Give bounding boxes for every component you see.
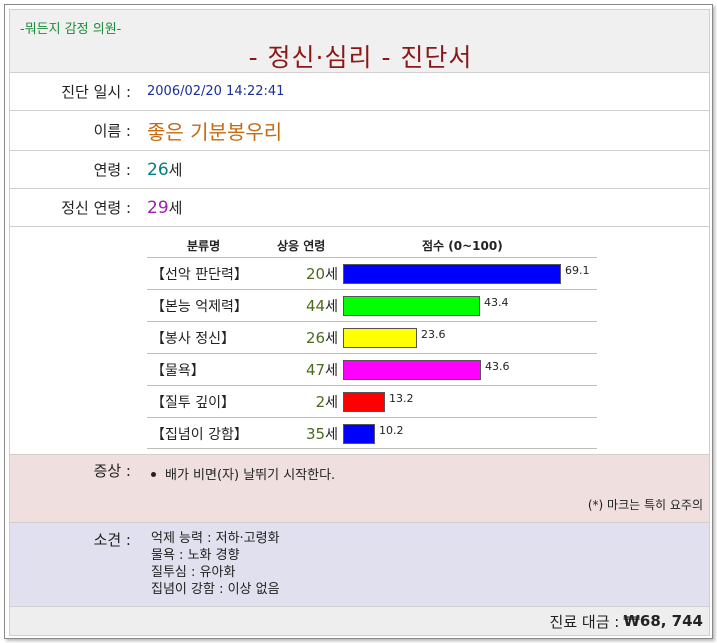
table-header: 분류명 상응 연령 점수 (0~100) [147, 233, 597, 257]
fee-text: 진료 대금 : ₩68, 744 [550, 607, 703, 635]
name-row: 이름 : 좋은 기분봉우리 [9, 111, 710, 151]
corresponding-age-number: 2 [315, 393, 326, 411]
header-category: 분류명 [187, 239, 221, 253]
corresponding-age-cell: 47세 [272, 360, 338, 380]
corresponding-age-number: 35 [306, 425, 326, 443]
score-value: 10.2 [379, 424, 404, 437]
age-label: 연령 : [93, 161, 131, 179]
category-cell: 【질투 깊이】 [151, 395, 235, 411]
symptom-text: 배가 비면(자) 날뛰기 시작한다. [165, 468, 336, 483]
table-row: 【선악 판단력】 20세 69.1 [147, 257, 597, 289]
score-bar [343, 264, 561, 284]
table-row: 【봉사 정신】 26세 23.6 [147, 321, 597, 353]
table-row: 【본능 억제력】 44세 43.4 [147, 289, 597, 321]
opinion-label: 소견 : [93, 530, 131, 549]
diagnosis-date-label: 진단 일시 : [61, 83, 131, 101]
symptom-item: 배가 비면(자) 날뛰기 시작한다. [151, 464, 335, 483]
corresponding-age-number: 26 [306, 329, 326, 347]
opinion-line: 억제 능력 : 저하·고령화 [151, 531, 280, 546]
category-cell: 【본능 억제력】 [151, 299, 248, 315]
opinion-line: 물욕 : 노화 경향 [151, 548, 240, 563]
fee-amount: ₩68, 744 [623, 612, 703, 630]
mental-age-value: 29 세 [147, 189, 182, 226]
table-row: 【물욕】 47세 43.6 [147, 353, 597, 385]
corresponding-age-suffix: 세 [325, 427, 338, 443]
symptoms-row: 증상 : 배가 비면(자) 날뛰기 시작한다. (*) 마크는 특히 요주의 [9, 455, 710, 523]
diagnosis-window: -뭐든지 감정 의원- - 정신·심리 - 진단서 진단 일시 : 2006/0… [4, 4, 713, 639]
table-row: 【집념이 강함】 35세 10.2 [147, 417, 597, 449]
mental-age-suffix: 세 [168, 199, 183, 217]
corresponding-age-number: 47 [306, 361, 326, 379]
header: -뭐든지 감정 의원- - 정신·심리 - 진단서 [9, 9, 710, 73]
diagnosis-date-value: 2006/02/20 14:22:41 [147, 84, 285, 99]
name-label: 이름 : [93, 122, 131, 140]
score-bar [343, 424, 375, 444]
mental-age-row: 정신 연령 : 29 세 [9, 189, 710, 227]
category-cell: 【집념이 강함】 [151, 427, 248, 443]
name-value: 좋은 기분봉우리 [147, 120, 283, 144]
score-value: 43.6 [485, 360, 510, 373]
header-score: 점수 (0~100) [422, 239, 503, 253]
score-table: 분류명 상응 연령 점수 (0~100) 【선악 판단력】 20세 69.1 【본능 … [147, 233, 597, 449]
age-number: 26 [147, 159, 169, 180]
fee-row: 진료 대금 : ₩68, 744 [9, 607, 710, 636]
corresponding-age-cell: 44세 [272, 296, 338, 316]
category-cell: 【물욕】 [151, 363, 205, 379]
corresponding-age-number: 20 [306, 265, 326, 283]
table-row: 【질투 깊이】 2세 13.2 [147, 385, 597, 417]
score-bar [343, 296, 480, 316]
opinion-line: 질투심 : 유아화 [151, 565, 236, 580]
corresponding-age-suffix: 세 [325, 331, 338, 347]
opinion-lines: 억제 능력 : 저하·고령화 물욕 : 노화 경향 질투심 : 유아화 집념이 … [151, 530, 280, 598]
corresponding-age-cell: 2세 [272, 392, 338, 412]
mental-age-number: 29 [147, 197, 169, 218]
score-value: 43.4 [484, 296, 509, 309]
diagnosis-date-row: 진단 일시 : 2006/02/20 14:22:41 [9, 73, 710, 111]
score-table-row: 분류명 상응 연령 점수 (0~100) 【선악 판단력】 20세 69.1 【본능 … [9, 227, 710, 455]
mental-age-label: 정신 연령 : [61, 199, 131, 217]
clinic-name: -뭐든지 감정 의원- [20, 22, 122, 37]
corresponding-age-cell: 35세 [272, 424, 338, 444]
bullet-icon [151, 472, 156, 477]
age-value: 26 세 [147, 151, 182, 188]
category-cell: 【선악 판단력】 [151, 267, 248, 283]
corresponding-age-suffix: 세 [325, 299, 338, 315]
corresponding-age-suffix: 세 [325, 363, 338, 379]
opinion-row: 소견 : 억제 능력 : 저하·고령화 물욕 : 노화 경향 질투심 : 유아화… [9, 523, 710, 607]
score-bar [343, 360, 481, 380]
fee-label: 진료 대금 : [549, 612, 620, 631]
opinion-line: 집념이 강함 : 이상 없음 [151, 582, 280, 597]
page-title: - 정신·심리 - 진단서 [248, 43, 473, 72]
symptoms-label: 증상 : [93, 461, 131, 480]
corresponding-age-suffix: 세 [325, 267, 338, 283]
score-value: 69.1 [565, 264, 590, 277]
corresponding-age-cell: 26세 [272, 328, 338, 348]
age-suffix: 세 [168, 161, 183, 179]
score-value: 13.2 [389, 392, 414, 405]
corresponding-age-cell: 20세 [272, 264, 338, 284]
corresponding-age-number: 44 [306, 297, 326, 315]
table-body: 【선악 판단력】 20세 69.1 【본능 억제력】 44세 43.4 【봉사 정신】 26세… [147, 257, 597, 449]
age-row: 연령 : 26 세 [9, 151, 710, 189]
header-corresponding-age: 상응 연령 [277, 239, 326, 253]
symptom-note: (*) 마크는 특히 요주의 [587, 498, 703, 512]
score-bar [343, 392, 385, 412]
corresponding-age-suffix: 세 [325, 395, 338, 411]
score-value: 23.6 [421, 328, 446, 341]
score-bar [343, 328, 417, 348]
category-cell: 【봉사 정신】 [151, 331, 235, 347]
